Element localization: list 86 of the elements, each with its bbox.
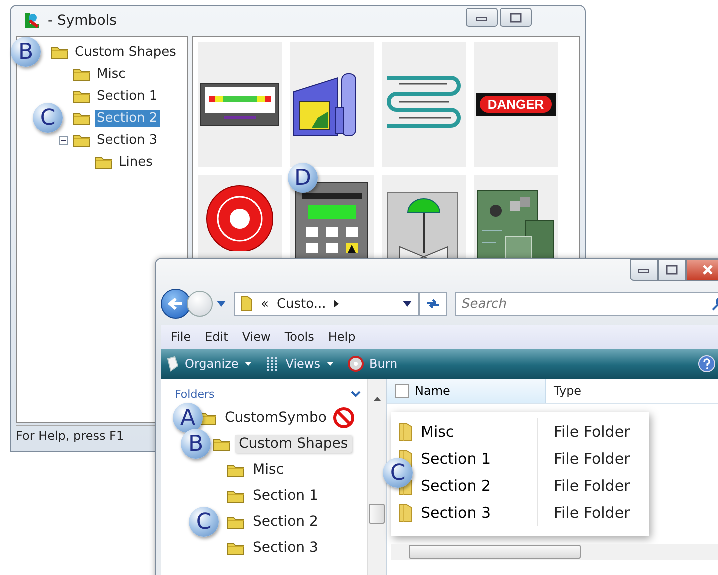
refresh-icon	[425, 297, 441, 311]
maximize-icon	[510, 12, 522, 22]
tree-item[interactable]: Section 1	[95, 88, 160, 104]
folder-icon	[73, 110, 91, 126]
breadcrumb-overflow[interactable]: «	[261, 296, 269, 312]
tree-item[interactable]: Custom Shapes	[235, 435, 352, 453]
folder-icon	[95, 154, 113, 170]
tree-item[interactable]: CustomSymbo	[221, 409, 331, 427]
folder-icon	[227, 462, 245, 478]
scroll-up-icon[interactable]	[374, 397, 380, 401]
file-type: File Folder	[553, 476, 630, 494]
close-button[interactable]	[686, 259, 718, 281]
page-icon	[167, 356, 179, 372]
minimize-button[interactable]	[466, 8, 498, 27]
menu-item[interactable]: Help	[324, 328, 360, 346]
tree-item[interactable]: Section 3	[95, 132, 160, 148]
column-header[interactable]: Type	[546, 384, 582, 398]
scroll-thumb[interactable]	[369, 504, 385, 524]
maximize-icon	[665, 264, 679, 276]
minimize-button[interactable]	[630, 259, 658, 281]
caret-icon	[244, 362, 252, 366]
horizontal-scrollbar[interactable]	[391, 544, 718, 560]
folder-icon	[51, 44, 69, 60]
select-all-checkbox[interactable]	[395, 384, 409, 398]
status-text: For Help, press F1	[16, 429, 124, 443]
views-button[interactable]: Views	[266, 356, 334, 372]
tree-item[interactable]: Section 2	[249, 513, 322, 531]
file-name[interactable]: Misc	[421, 422, 454, 440]
maximize-button[interactable]	[500, 8, 532, 27]
callout-badge: C	[189, 507, 219, 537]
window-title: - Symbols	[48, 13, 117, 29]
file-name[interactable]: Section 2	[421, 476, 492, 494]
file-name[interactable]: Section 3	[421, 504, 492, 522]
meter-icon	[200, 82, 280, 126]
organize-button[interactable]: Organize	[167, 356, 252, 372]
chevron-right-icon[interactable]	[334, 300, 340, 308]
file-type: File Folder	[553, 504, 630, 522]
refresh-button[interactable]	[419, 292, 447, 316]
back-arrow-icon	[168, 297, 184, 311]
search-field[interactable]: Search	[455, 292, 718, 316]
folder-icon	[227, 514, 245, 530]
tree-item[interactable]: Lines	[117, 154, 155, 170]
caret-icon	[326, 362, 334, 366]
callout-badge: D	[288, 163, 318, 193]
close-icon	[701, 264, 715, 276]
folder-icon	[213, 436, 231, 452]
tree-item[interactable]: Section 1	[249, 487, 322, 505]
column-header[interactable]: Name	[387, 379, 546, 403]
vertical-scrollbar[interactable]	[367, 379, 386, 575]
folder-icon	[399, 422, 413, 442]
scroll-thumb[interactable]	[409, 545, 581, 559]
folder-icon	[73, 132, 91, 148]
menu-item[interactable]: Tools	[280, 328, 318, 346]
danger-sign: DANGER	[476, 93, 556, 116]
file-type: File Folder	[553, 450, 630, 468]
callout-badge: A	[173, 403, 203, 433]
folder-icon	[241, 296, 253, 312]
callout-badge: C	[33, 103, 63, 133]
disc-icon	[348, 356, 364, 372]
folder-icon	[227, 488, 245, 504]
menu-item[interactable]: File	[167, 328, 196, 346]
breadcrumb[interactable]: Custo...	[276, 296, 326, 312]
collapse-icon[interactable]	[59, 136, 68, 144]
folder-icon	[227, 540, 245, 556]
burn-button[interactable]: Burn	[348, 356, 398, 372]
tree-item[interactable]: Misc	[95, 66, 128, 82]
pane-header: Folders	[175, 388, 215, 400]
app-icon	[22, 11, 42, 31]
chevron-down-icon[interactable]	[351, 390, 361, 398]
maximize-button[interactable]	[658, 259, 686, 281]
callout-badge: B	[181, 429, 211, 459]
back-button[interactable]	[161, 289, 191, 319]
tree-item[interactable]: Misc	[249, 461, 288, 479]
tree-item[interactable]: Section 3	[249, 539, 322, 557]
folder-icon	[399, 502, 413, 522]
menu-item[interactable]: Edit	[201, 328, 232, 346]
menu-item[interactable]: View	[238, 328, 275, 346]
file-type: File Folder	[553, 422, 630, 440]
tree-item[interactable]: Custom Shapes	[73, 44, 178, 60]
address-bar[interactable]: « Custo...	[234, 292, 419, 316]
help-icon[interactable]	[698, 355, 716, 373]
folder-icon	[73, 88, 91, 104]
columns-icon	[266, 356, 280, 372]
file-name[interactable]: Section 1	[421, 450, 492, 468]
callout-badge: B	[11, 37, 41, 67]
folder-icon	[73, 66, 91, 82]
